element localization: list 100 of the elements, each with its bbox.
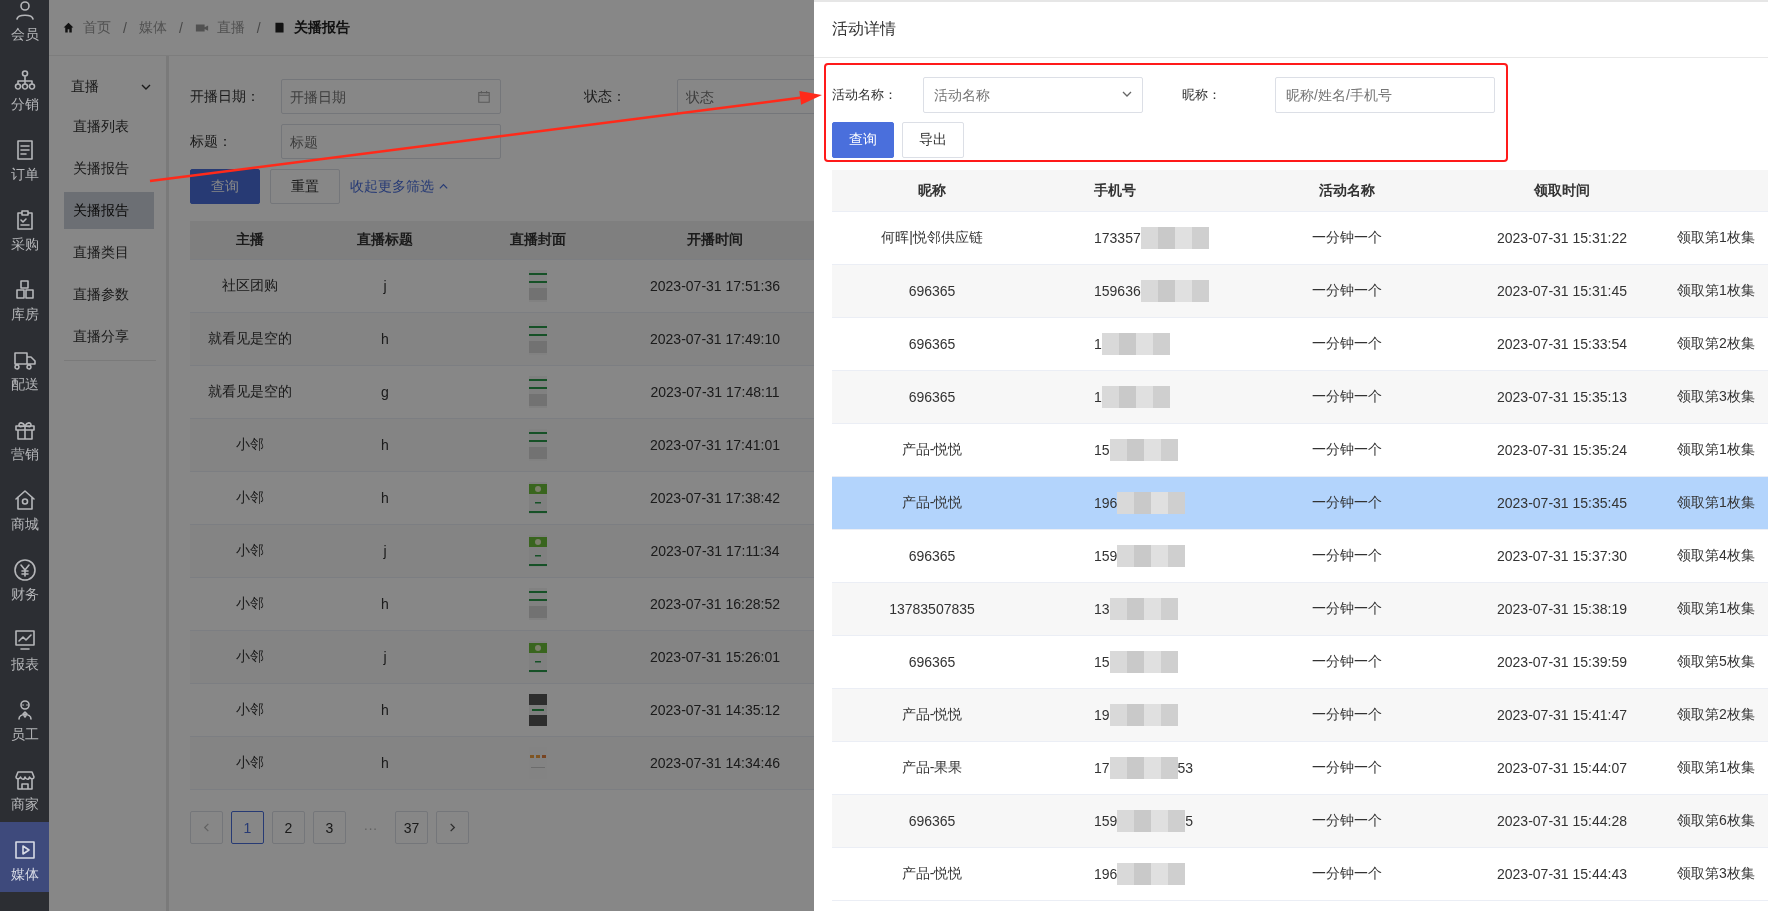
submenu-item[interactable]: 直播分享 (64, 318, 154, 355)
sidebar-item[interactable]: 会员 (0, 0, 49, 52)
submenu-item[interactable]: 直播参数 (64, 276, 154, 313)
table-cell-text: 一分钟一个 (1311, 706, 1383, 724)
table-row[interactable]: 696365 159636 一分钟一个 2023-07-31 15:31:45 领取第1枚集 (832, 265, 1768, 318)
redaction-mosaic (1117, 863, 1186, 885)
table-row[interactable]: 13783507835 13 一分钟一个 2023-07-31 15:38:19 领取第1枚集 (832, 583, 1768, 636)
phone-text: 15 (1094, 442, 1110, 458)
table-cell-text: h (380, 490, 390, 506)
sidebar-item[interactable]: 媒体 (0, 822, 49, 892)
table-cell-text: 小邻 (235, 542, 265, 560)
column-header: 主播 (235, 231, 265, 249)
table-cell-text: 领取第1枚集 (1676, 494, 1756, 512)
page-button[interactable]: 37 (395, 811, 428, 844)
table-cell-text: 小邻 (235, 436, 265, 454)
play-icon (12, 838, 37, 862)
table-cell-text: 一分钟一个 (1311, 282, 1383, 300)
submenu-item[interactable]: 直播类目 (64, 234, 154, 271)
select-field[interactable]: 活动名称 (923, 77, 1143, 113)
breadcrumb-separator: / (256, 19, 261, 36)
submenu-item[interactable]: 直播列表 (64, 108, 154, 145)
table-cell-text: j (382, 649, 388, 665)
column-header: 开播时间 (686, 231, 744, 249)
phone-text: 173357 (1094, 230, 1141, 246)
sidebar-item[interactable]: 员工 (0, 682, 49, 752)
page-button[interactable]: 2 (272, 811, 305, 844)
table-cell-text: 696365 (907, 389, 957, 405)
book-icon (272, 21, 286, 34)
table-cell-text: 696365 (907, 548, 957, 564)
sidebar-item[interactable]: 财务 (0, 542, 49, 612)
table-row[interactable]: 696365 159 5 一分钟一个 2023-07-31 15:44:28 领取第6枚集 (832, 795, 1768, 848)
yen-icon (12, 558, 37, 582)
reset-button[interactable]: 重置 (270, 169, 340, 204)
input-field[interactable]: 昵称/姓名/手机号 (1275, 77, 1495, 113)
calendar-icon (477, 89, 491, 104)
table-row[interactable]: 696365 1 一分钟一个 2023-07-31 15:35:13 领取第3枚集 (832, 371, 1768, 424)
table-cell-text: 一分钟一个 (1311, 759, 1383, 777)
drawer-title: 活动详情 (832, 19, 896, 39)
table-cell-text: 小邻 (235, 489, 265, 507)
query-button[interactable]: 查询 (832, 122, 894, 158)
table-cell-text: 2023-07-31 15:44:07 (1496, 760, 1628, 776)
sidebar-item[interactable]: 营销 (0, 402, 49, 472)
filter-label: 活动名称： (832, 86, 898, 104)
table-cell-text: 2023-07-31 15:35:24 (1496, 442, 1628, 458)
sidebar-item[interactable]: 商城 (0, 472, 49, 542)
filter-label: 昵称： (1182, 86, 1222, 104)
table-cell-text: 就看见是空的 (207, 330, 293, 348)
table-cell-text: 一分钟一个 (1311, 865, 1383, 883)
redaction-mosaic (1140, 280, 1209, 302)
table-row[interactable]: 产品-悦悦 196 一分钟一个 2023-07-31 15:35:45 领取第1枚集 (832, 477, 1768, 530)
breadcrumb-link[interactable]: 关播报告 (293, 18, 350, 37)
table-cell-text: 2023-07-31 15:31:22 (1496, 230, 1628, 246)
sidebar-item[interactable]: 报表 (0, 612, 49, 682)
table-cell-text: 何晖|悦邻供应链 (880, 229, 984, 247)
table-cell-text: 一分钟一个 (1311, 229, 1383, 247)
column-header: 直播封面 (508, 231, 567, 249)
home-icon (62, 21, 75, 34)
filter-label: 开播日期： (190, 87, 261, 106)
page-button[interactable]: 3 (313, 811, 346, 844)
submenu-item[interactable]: 关播报告 (64, 192, 154, 229)
table-cell-text: 一分钟一个 (1311, 494, 1383, 512)
phone-text: 159 (1094, 548, 1118, 564)
redaction-mosaic (1117, 810, 1186, 832)
table-cell-text: 领取第4枚集 (1676, 547, 1756, 565)
breadcrumb-separator: / (178, 19, 183, 36)
phone-text: 159 (1094, 813, 1118, 829)
sidebar-item[interactable]: 采购 (0, 192, 49, 262)
table-cell-text: 2023-07-31 15:44:43 (1496, 866, 1628, 882)
phone-text: 1 (1094, 336, 1102, 352)
sidebar-item[interactable]: 库房 (0, 262, 49, 332)
menu-group[interactable]: 直播 (49, 66, 166, 108)
sidebar-item[interactable]: 分销 (0, 52, 49, 122)
date-field[interactable]: 开播日期 (281, 79, 501, 114)
next-page-button[interactable] (436, 811, 469, 844)
table-cell-text: h (380, 755, 390, 771)
table-cell-text: 2023-07-31 15:44:28 (1496, 813, 1628, 829)
table-row[interactable]: 产品-悦悦 19 一分钟一个 2023-07-31 15:41:47 领取第2枚集 (832, 689, 1768, 742)
redaction-mosaic (1101, 386, 1170, 408)
house-icon (12, 488, 37, 512)
table-cell-text: 2023-07-31 15:39:59 (1496, 654, 1628, 670)
table-cell-text: 一分钟一个 (1311, 335, 1383, 353)
input-field[interactable]: 标题 (281, 124, 501, 159)
table-cell-text: 领取第2枚集 (1676, 706, 1756, 724)
submenu-item[interactable]: 关播报告 (64, 150, 154, 187)
export-button[interactable]: 导出 (902, 122, 964, 158)
sidebar-item[interactable]: 配送 (0, 332, 49, 402)
table-cell-text: j (382, 543, 388, 559)
table-cell-text: 产品-悦悦 (900, 865, 964, 883)
table-row[interactable]: 产品-悦悦 196 一分钟一个 2023-07-31 15:44:43 领取第3枚集 (832, 848, 1768, 901)
sidebar-item[interactable]: 商家 (0, 752, 49, 822)
table-cell-text: 小邻 (235, 701, 265, 719)
table-cell-text: h (380, 702, 390, 718)
previous-page-button[interactable] (190, 811, 223, 844)
table-cell-text: 2023-07-31 17:49:10 (649, 331, 781, 347)
phone-text: 17 (1094, 760, 1110, 776)
phone-text: 15 (1094, 654, 1110, 670)
table-cell-text: 2023-07-31 15:41:47 (1496, 707, 1628, 723)
table-cell-text: 小邻 (235, 754, 265, 772)
sidebar-item[interactable]: 订单 (0, 122, 49, 192)
table-cell-text: h (380, 331, 390, 347)
